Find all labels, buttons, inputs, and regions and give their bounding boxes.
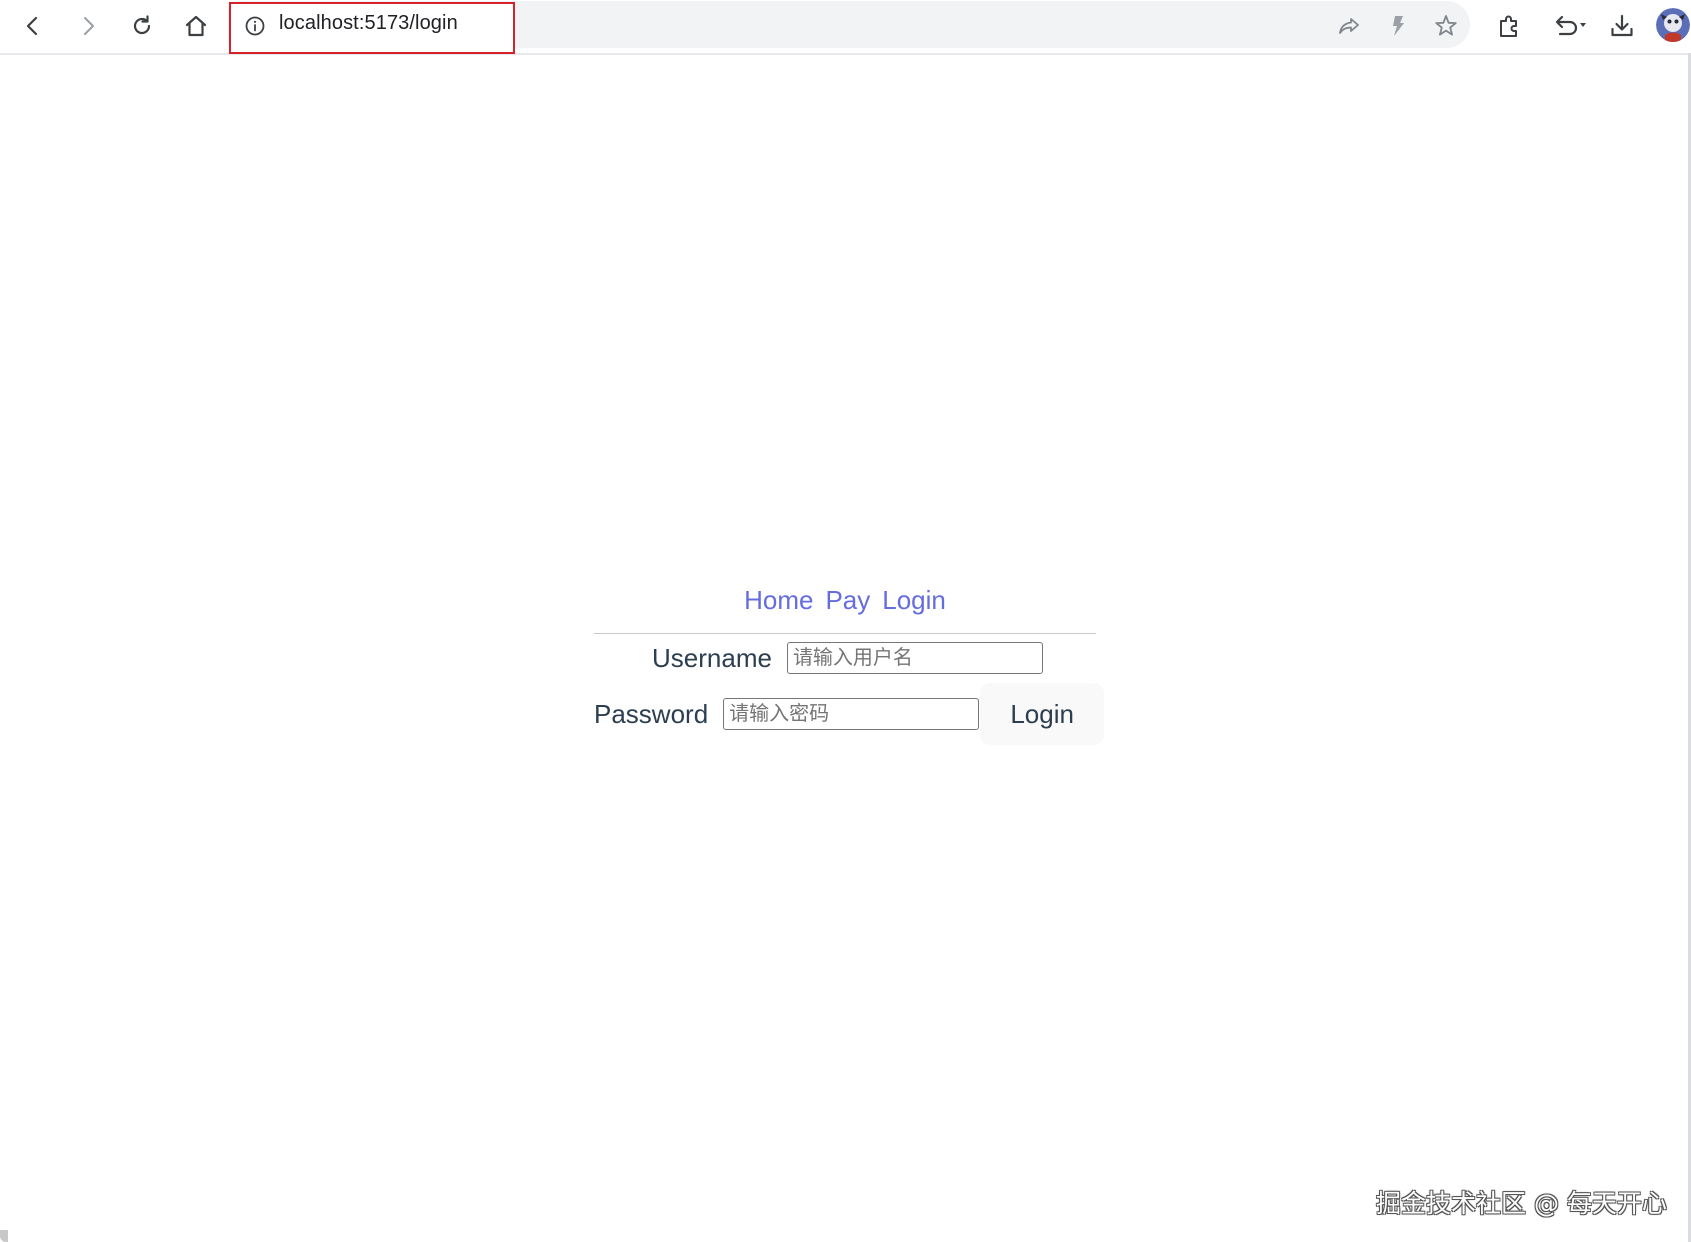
download-icon xyxy=(1611,14,1633,37)
puzzle-icon xyxy=(1500,15,1517,37)
forward-icon xyxy=(84,17,94,35)
watermark-text: 掘金技术社区 @ 每天开心 xyxy=(1376,1189,1667,1218)
login-app: Home Pay Login Username Password Login xyxy=(594,580,1105,745)
nav-divider xyxy=(594,633,1096,634)
profile-avatar[interactable] xyxy=(1656,8,1690,42)
bolt-button[interactable] xyxy=(1382,10,1414,42)
back-icon xyxy=(26,16,38,36)
site-info-button[interactable] xyxy=(243,14,267,38)
nav-bar: Home Pay Login xyxy=(594,580,1096,620)
extensions-button[interactable] xyxy=(1489,6,1529,46)
login-button[interactable]: Login xyxy=(980,683,1105,745)
share-button[interactable] xyxy=(1333,10,1365,42)
info-icon xyxy=(245,16,265,36)
window-corner xyxy=(0,1230,8,1242)
undo-icon xyxy=(1555,15,1586,36)
password-input[interactable] xyxy=(723,698,980,730)
home-button[interactable] xyxy=(176,6,216,46)
forward-button[interactable] xyxy=(68,6,108,46)
nav-link-pay[interactable]: Pay xyxy=(825,585,870,615)
password-row: Password Login xyxy=(594,683,1105,745)
avatar-icon xyxy=(1656,8,1690,42)
back-button[interactable] xyxy=(13,6,53,46)
home-icon xyxy=(185,15,207,37)
nav-link-login[interactable]: Login xyxy=(882,585,946,615)
download-button[interactable] xyxy=(1602,6,1642,46)
star-icon xyxy=(1435,15,1457,36)
bolt-icon xyxy=(1393,16,1404,36)
username-row: Username xyxy=(652,638,1043,678)
undo-button[interactable] xyxy=(1545,6,1595,46)
bookmark-button[interactable] xyxy=(1430,10,1462,42)
share-icon xyxy=(1339,18,1359,34)
browser-window: localhost:5173/login Home Pay Login User… xyxy=(0,0,1691,1242)
nav-link-home[interactable]: Home xyxy=(744,585,813,615)
reload-button[interactable] xyxy=(122,6,162,46)
username-label: Username xyxy=(652,642,772,673)
url-text[interactable]: localhost:5173/login xyxy=(279,12,458,35)
browser-toolbar: localhost:5173/login xyxy=(0,0,1691,55)
password-label: Password xyxy=(594,698,709,729)
reload-icon xyxy=(133,15,151,35)
username-input[interactable] xyxy=(786,642,1043,674)
